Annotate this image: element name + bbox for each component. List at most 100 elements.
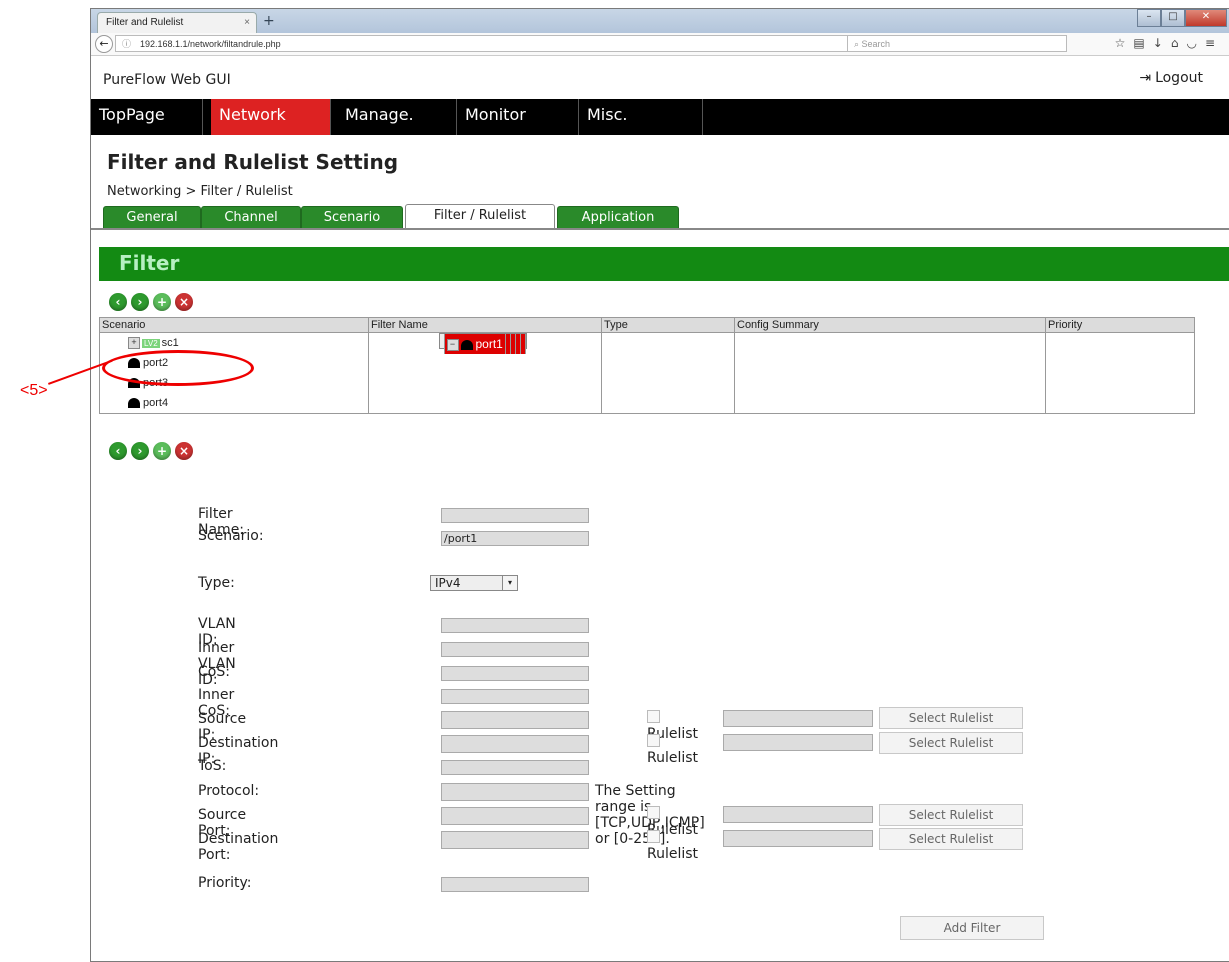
bookmark-icon[interactable]: ☆ <box>1115 36 1134 50</box>
maximize-icon[interactable]: □ <box>1161 9 1185 27</box>
tos-label: ToS: <box>198 758 227 774</box>
filter-name-input[interactable] <box>441 508 589 523</box>
tab-application[interactable]: Application <box>557 206 679 228</box>
priority-input[interactable] <box>441 877 589 892</box>
dest-ip-rulelist-input[interactable] <box>723 734 873 751</box>
close-icon[interactable]: ✕ <box>1185 9 1227 27</box>
port-icon <box>128 398 140 409</box>
home-icon[interactable]: ⌂ <box>1171 36 1187 50</box>
inner-vlan-input[interactable] <box>441 642 589 657</box>
url-text: 192.168.1.1/network/filtandrule.php <box>140 39 281 49</box>
logout-icon: ⇥ <box>1139 70 1152 86</box>
app-title: PureFlow Web GUI <box>103 72 231 88</box>
tab-channel[interactable]: Channel <box>201 206 301 228</box>
inner-cos-input[interactable] <box>441 689 589 704</box>
minimize-icon[interactable]: – <box>1137 9 1161 27</box>
tab-scenario[interactable]: Scenario <box>301 206 403 228</box>
delete-icon[interactable]: × <box>175 442 193 460</box>
menu-icon[interactable]: ≡ <box>1205 36 1223 50</box>
col-scenario[interactable]: Scenario <box>99 317 369 333</box>
dest-ip-rulelist-checkbox[interactable] <box>647 734 660 747</box>
next-icon[interactable]: › <box>131 442 149 460</box>
table-row[interactable]: − port1 <box>438 333 527 354</box>
vlan-id-input[interactable] <box>441 618 589 633</box>
next-icon[interactable]: › <box>131 293 149 311</box>
col-filter-name[interactable]: Filter Name <box>368 317 602 333</box>
search-input[interactable]: ⌕ Search <box>847 35 1067 52</box>
cos-label: CoS: <box>198 664 230 680</box>
tab-general[interactable]: General <box>103 206 201 228</box>
table-row[interactable]: port3 <box>99 373 1195 393</box>
menu-monitor[interactable]: Monitor <box>457 99 579 135</box>
cos-input[interactable] <box>441 666 589 681</box>
filter-table: Scenario Filter Name Type Config Summary… <box>99 317 1195 414</box>
new-tab-icon[interactable]: + <box>263 13 275 29</box>
delete-icon[interactable]: × <box>175 293 193 311</box>
level-badge: LV2 <box>142 338 160 348</box>
collapse-icon[interactable]: − <box>446 338 459 351</box>
table-header: Scenario Filter Name Type Config Summary… <box>99 317 1195 333</box>
menu-manage[interactable]: Manage. <box>337 99 457 135</box>
tab-filter-rulelist[interactable]: Filter / Rulelist <box>405 204 555 228</box>
select-rulelist-button[interactable]: Select Rulelist <box>879 732 1023 754</box>
dest-port-label: Destination Port: <box>198 831 279 863</box>
col-type[interactable]: Type <box>601 317 735 333</box>
dest-port-rulelist-input[interactable] <box>723 830 873 847</box>
library-icon[interactable]: ▤ <box>1133 36 1152 50</box>
table-row[interactable]: port2 <box>99 353 1195 373</box>
expand-icon[interactable]: + <box>128 337 140 350</box>
protocol-input[interactable] <box>441 783 589 801</box>
prev-icon[interactable]: ‹ <box>109 293 127 311</box>
col-config-summary[interactable]: Config Summary <box>734 317 1046 333</box>
select-rulelist-button[interactable]: Select Rulelist <box>879 804 1023 826</box>
back-icon[interactable]: ← <box>95 35 113 53</box>
toolbar-icons: ☆▤↓⌂◡≡ <box>1115 36 1223 50</box>
select-rulelist-button[interactable]: Select Rulelist <box>879 828 1023 850</box>
filter-panel: Filter ‹ › + × Scenario Filter Name Type… <box>91 228 1229 961</box>
logout-button[interactable]: ⇥ Logout <box>1139 70 1203 86</box>
search-placeholder: Search <box>861 39 891 49</box>
menu-misc[interactable]: Misc. <box>579 99 703 135</box>
type-select[interactable]: IPv4 ▾ <box>430 575 518 591</box>
table-row[interactable]: + LV2 sc1 <box>99 333 1195 353</box>
select-rulelist-button[interactable]: Select Rulelist <box>879 707 1023 729</box>
nav-bar: ← ⓘ 192.168.1.1/network/filtandrule.php … <box>91 33 1229 56</box>
dest-port-input[interactable] <box>441 831 589 849</box>
type-label: Type: <box>198 575 235 591</box>
tab-close-icon[interactable]: × <box>244 13 250 33</box>
table-row[interactable]: port4 <box>99 393 1195 414</box>
tab-title: Filter and Rulelist <box>106 17 184 28</box>
scenario-input[interactable]: /port1 <box>441 531 589 546</box>
add-icon[interactable]: + <box>153 293 171 311</box>
add-filter-button[interactable]: Add Filter <box>900 916 1044 940</box>
logout-label: Logout <box>1155 70 1203 86</box>
search-icon: ⌕ <box>854 39 862 49</box>
source-ip-rulelist-input[interactable] <box>723 710 873 727</box>
source-port-input[interactable] <box>441 807 589 825</box>
page-title: Filter and Rulelist Setting <box>107 150 399 174</box>
prev-icon[interactable]: ‹ <box>109 442 127 460</box>
dest-ip-rulelist: Rulelist <box>647 734 698 766</box>
protocol-label: Protocol: <box>198 783 260 799</box>
tree-label: port1 <box>475 337 503 351</box>
breadcrumb: Networking > Filter / Rulelist <box>107 184 293 199</box>
dest-port-rulelist-checkbox[interactable] <box>647 830 660 843</box>
info-icon[interactable]: ⓘ <box>122 36 131 53</box>
download-icon[interactable]: ↓ <box>1153 36 1171 50</box>
tos-input[interactable] <box>441 760 589 775</box>
source-ip-input[interactable] <box>441 711 589 729</box>
url-bar[interactable]: ⓘ 192.168.1.1/network/filtandrule.php ↻ <box>115 35 875 53</box>
source-port-rulelist-input[interactable] <box>723 806 873 823</box>
pocket-icon[interactable]: ◡ <box>1186 36 1204 50</box>
annotation-label: <5> <box>20 382 48 399</box>
source-ip-rulelist-checkbox[interactable] <box>647 710 660 723</box>
menu-network[interactable]: Network <box>211 99 331 135</box>
browser-tab[interactable]: Filter and Rulelist × <box>97 12 257 33</box>
dest-ip-input[interactable] <box>441 735 589 753</box>
browser-window: Filter and Rulelist × + – □ ✕ ← ⓘ 192.16… <box>90 8 1229 962</box>
source-port-rulelist-checkbox[interactable] <box>647 806 660 819</box>
tab-strip: Filter and Rulelist × + – □ ✕ <box>91 9 1229 33</box>
col-priority[interactable]: Priority <box>1045 317 1195 333</box>
add-icon[interactable]: + <box>153 442 171 460</box>
menu-toppage[interactable]: TopPage <box>91 99 203 135</box>
